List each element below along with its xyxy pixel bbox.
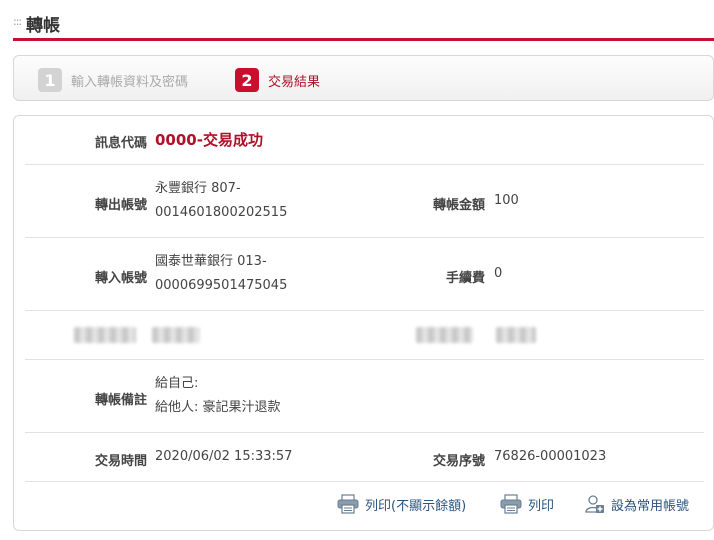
transaction-seq-label: 交易序號 [432,454,485,469]
header-dots: ::: [13,15,22,28]
redacted-value-1 [152,327,200,343]
amount-label: 轉帳金額 [432,198,485,213]
transaction-time-value: 2020/06/02 15:33:57 [155,449,293,464]
step-2: 2 交易結果 [235,68,320,92]
set-common-account-label: 設為常用帳號 [611,498,690,514]
message-row: 訊息代碼 0000-交易成功 [25,116,704,165]
redacted-value-2 [496,327,536,343]
print-no-balance-label: 列印(不顯示餘額) [365,498,467,514]
note-other: 給他人: 豪記果汁退款 [155,400,281,415]
note-value: 給自己: 給他人: 豪記果汁退款 [155,372,281,420]
message-code-label: 訊息代碼 [94,136,147,151]
printer-icon [500,494,522,514]
to-account-bank: 國泰世華銀行 013- [155,254,267,269]
amount-value: 100 [494,193,519,208]
note-self: 給自己: [155,376,199,391]
step-1-number: 1 [38,68,62,92]
step-2-number: 2 [235,68,259,92]
page-header: ::: 轉帳 [13,8,714,41]
time-row: 交易時間 2020/06/02 15:33:57 交易序號 76826-0000… [25,433,704,482]
to-account-label: 轉入帳號 [94,271,147,286]
fee-label: 手續費 [445,271,485,286]
to-account-number: 0000699501475045 [155,278,288,293]
message-code-value: 0000-交易成功 [155,131,263,149]
print-no-balance-button[interactable]: 列印(不顯示餘額) [337,494,466,514]
transaction-time-label: 交易時間 [94,454,147,469]
add-user-icon [585,494,605,514]
print-label: 列印 [528,498,555,514]
to-account-row: 轉入帳號 國泰世華銀行 013- 0000699501475045 手續費 0 [25,238,704,311]
page-title: 轉帳 [26,16,60,36]
redacted-label-1 [74,327,136,343]
step-1: 1 輸入轉帳資料及密碼 [38,68,188,92]
redacted-label-2 [416,327,473,343]
note-row: 轉帳備註 給自己: 給他人: 豪記果汁退款 [25,360,704,433]
step-2-label: 交易結果 [268,74,321,90]
from-account-label: 轉出帳號 [94,198,147,213]
from-account-number: 0014601800202515 [155,205,288,220]
from-account-value: 永豐銀行 807- 0014601800202515 [155,177,287,225]
from-account-row: 轉出帳號 永豐銀行 807- 0014601800202515 轉帳金額 100 [25,165,704,238]
step-1-label: 輸入轉帳資料及密碼 [71,74,189,90]
step-indicator: 1 輸入轉帳資料及密碼 2 交易結果 [13,55,714,101]
printer-icon [337,494,359,514]
result-card: 訊息代碼 0000-交易成功 轉出帳號 永豐銀行 807- 0014601800… [13,115,714,531]
fee-value: 0 [494,266,503,281]
from-account-bank: 永豐銀行 807- [155,181,241,196]
to-account-value: 國泰世華銀行 013- 0000699501475045 [155,250,287,298]
print-button[interactable]: 列印 [500,494,554,514]
set-common-account-button[interactable]: 設為常用帳號 [585,494,689,514]
transaction-seq-value: 76826-00001023 [494,449,607,464]
note-label: 轉帳備註 [94,393,147,408]
redacted-row [25,311,704,360]
